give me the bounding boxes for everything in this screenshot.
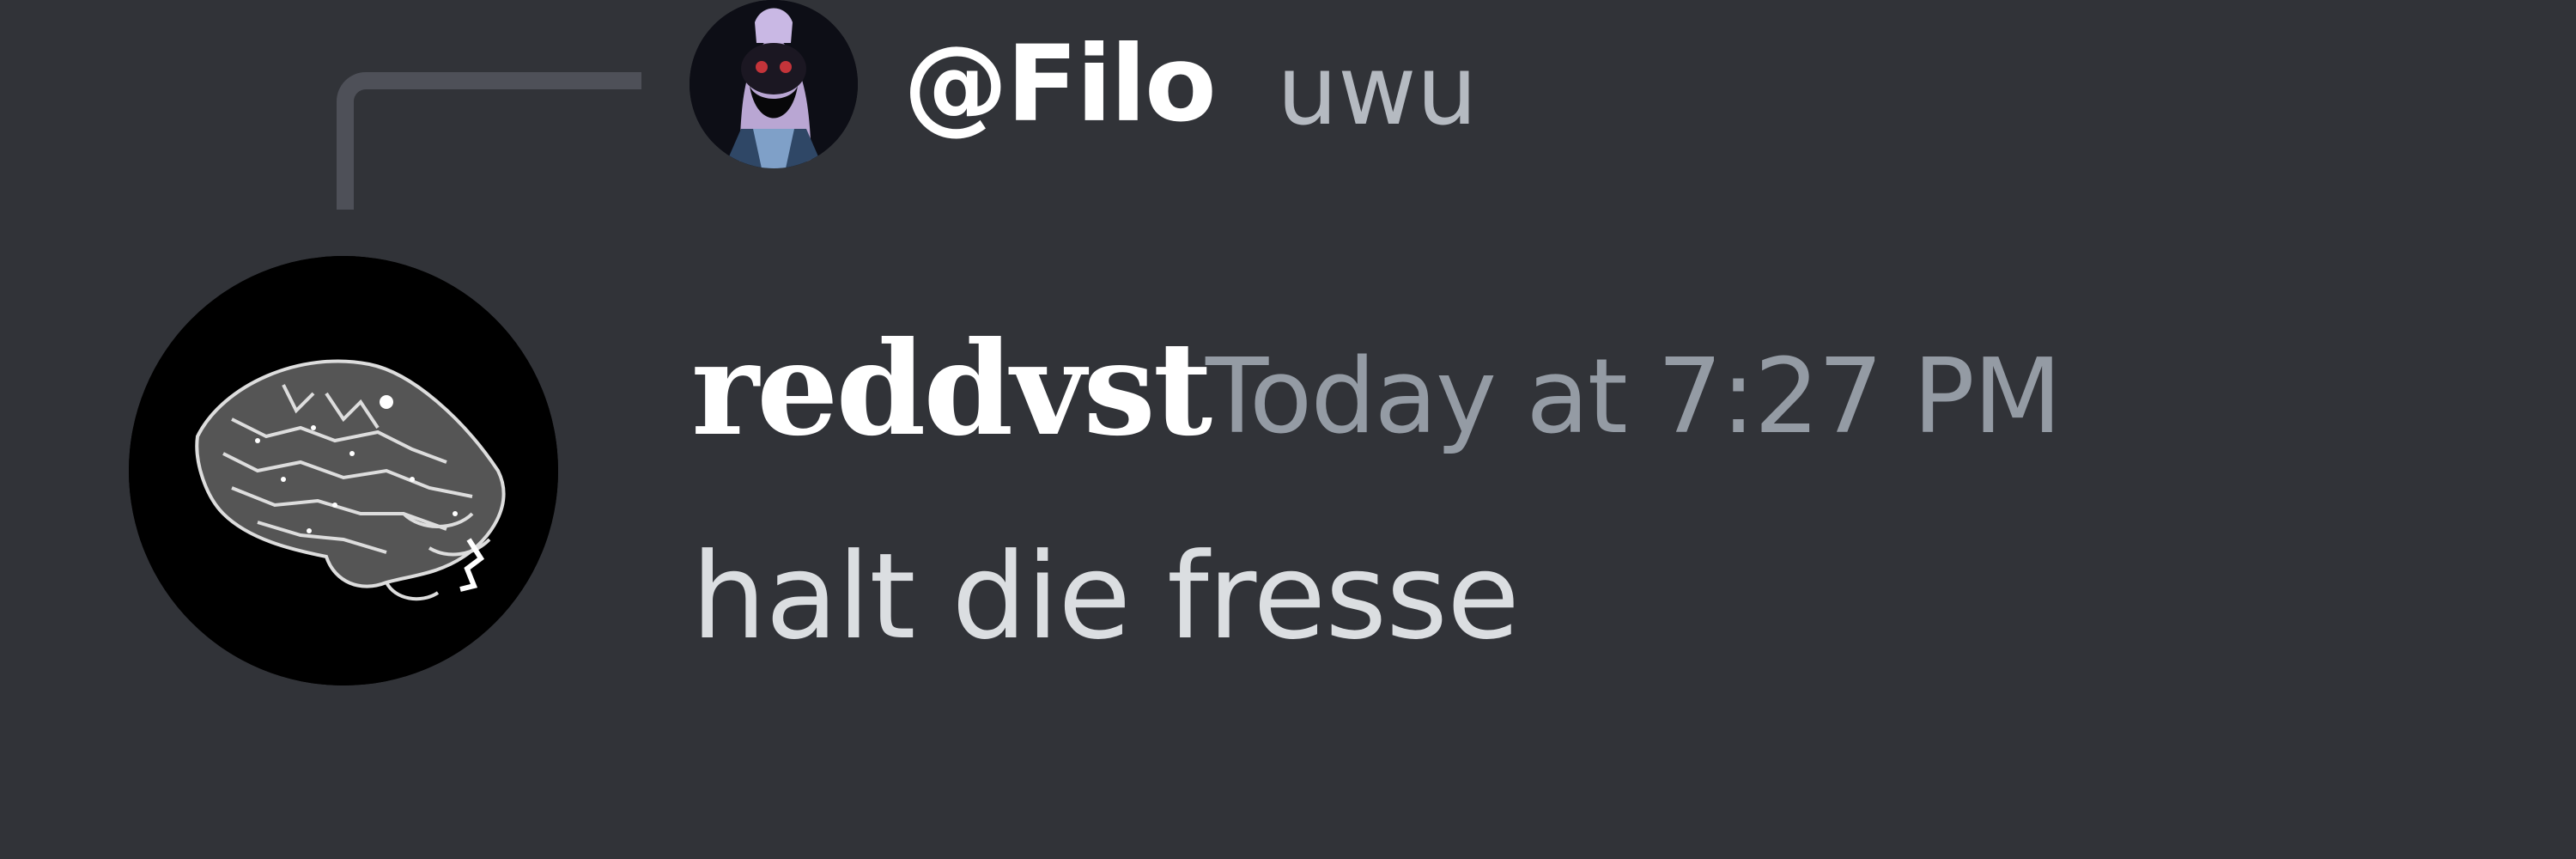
hooded-figure-avatar-icon bbox=[690, 0, 858, 168]
message-timestamp: Today at 7:27 PM bbox=[1206, 338, 2062, 457]
reply-avatar[interactable] bbox=[690, 0, 858, 168]
reply-preview-text[interactable]: uwu bbox=[1277, 31, 1478, 151]
reply-username[interactable]: @Filo bbox=[903, 24, 1217, 144]
reply-connector-line bbox=[337, 72, 641, 210]
engraved-beast-avatar-icon bbox=[129, 256, 558, 685]
author-username[interactable]: reddvst bbox=[691, 316, 1212, 462]
message-content: halt die fresse bbox=[691, 527, 1520, 666]
author-avatar[interactable] bbox=[129, 256, 558, 685]
chat-message: @Filo uwu reddvst Today at 7:27 PM halt … bbox=[0, 0, 2576, 859]
